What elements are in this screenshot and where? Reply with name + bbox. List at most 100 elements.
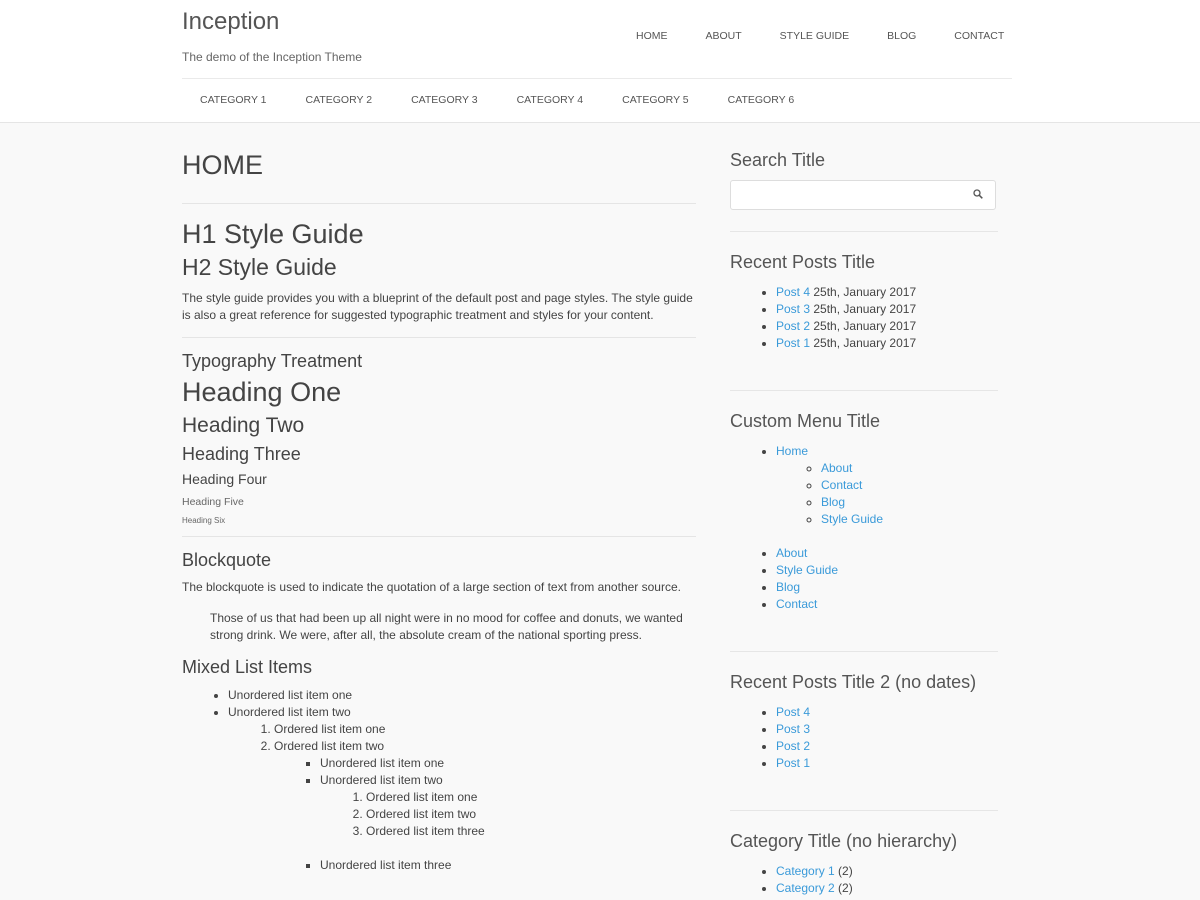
post-date: 25th, January 2017 [813,319,917,333]
list-item: Post 2 25th, January 2017 [776,318,998,335]
nav-category-1[interactable]: CATEGORY 1 [200,94,267,106]
post-date: 25th, January 2017 [813,336,917,350]
divider [730,651,998,652]
list-item: Contact [821,477,998,494]
post-link[interactable]: Post 3 [776,722,810,736]
list-item: Post 3 25th, January 2017 [776,301,998,318]
nav-category-4[interactable]: CATEGORY 4 [517,94,584,106]
recent-posts-title: Recent Posts Title [730,252,876,272]
menu-link-about[interactable]: About [776,546,807,560]
list-item: Home About Contact Blog Style Guide [776,443,998,528]
search-icon[interactable] [973,189,983,199]
sidebar: Search Title Recent Posts Title Post 4 2… [730,150,998,897]
list-item: Post 4 [776,704,998,721]
category-title: Category Title (no hierarchy) [730,831,958,851]
nested-ordered-list: Ordered list item one Ordered list item … [320,789,696,840]
post-link[interactable]: Post 1 [776,336,810,350]
list-item: Ordered list item two [366,806,696,823]
blockquote-title: Blockquote [182,550,272,570]
intro-paragraph: The style guide provides you with a blue… [182,291,693,322]
header-divider [182,78,1012,79]
blockquote-intro: The blockquote is used to indicate the q… [182,580,681,594]
mixed-list: Unordered list item one Unordered list i… [182,687,696,874]
nav-contact[interactable]: CONTACT [954,30,1004,42]
menu-link-blog[interactable]: Blog [776,580,800,594]
list-item: Ordered list item three [366,823,696,840]
list-item: Unordered list item two Ordered list ite… [228,704,696,874]
h2-style-guide: H2 Style Guide [182,254,337,280]
site-title[interactable]: Inception [182,8,279,36]
list-item: Blog [821,494,998,511]
site-description: The demo of the Inception Theme [182,50,362,64]
divider [730,231,998,232]
nav-category-6[interactable]: CATEGORY 6 [728,94,795,106]
divider [730,810,998,811]
nav-category-2[interactable]: CATEGORY 2 [306,94,373,106]
menu-link-style-guide[interactable]: Style Guide [821,512,883,526]
nav-style-guide[interactable]: STYLE GUIDE [780,30,849,42]
list-item: Post 1 [776,755,998,772]
heading-two: Heading Two [182,414,305,437]
category-link[interactable]: Category 1 [776,864,835,878]
category-count: (2) [838,864,853,878]
post-link[interactable]: Post 1 [776,756,810,770]
list-item: Unordered list item one [228,687,696,704]
heading-four: Heading Four [182,471,267,487]
list-item: About [821,460,998,477]
nav-category-5[interactable]: CATEGORY 5 [622,94,689,106]
nav-blog[interactable]: BLOG [887,30,916,42]
nav-about[interactable]: ABOUT [706,30,742,42]
main-navigation: HOME ABOUT STYLE GUIDE BLOG CONTACT [636,30,1004,42]
list-item-text: Ordered list item two [274,739,385,753]
list-item-text: Unordered list item two [228,705,351,719]
list-item: Post 3 [776,721,998,738]
nested-unordered-list: Unordered list item one Unordered list i… [274,755,696,874]
category-count: (2) [838,881,853,895]
divider [182,203,696,204]
nav-category-3[interactable]: CATEGORY 3 [411,94,478,106]
divider [182,337,696,338]
list-item: Unordered list item one [320,755,696,772]
list-item: Unordered list item three [320,857,696,874]
blockquote: Those of us that had been up all night w… [210,611,683,642]
nav-home[interactable]: HOME [636,30,668,42]
custom-menu-list: Home About Contact Blog Style Guide Abou… [730,443,998,613]
search-input[interactable] [730,180,996,210]
mixed-list-title: Mixed List Items [182,657,313,677]
site-header: Inception The demo of the Inception Them… [0,0,1200,123]
list-item: Category 2 (2) [776,880,998,897]
custom-submenu: About Contact Blog Style Guide [776,460,998,528]
list-item: Ordered list item two Unordered list ite… [274,738,696,874]
post-link[interactable]: Post 2 [776,739,810,753]
post-date: 25th, January 2017 [813,302,917,316]
menu-link-blog[interactable]: Blog [821,495,845,509]
menu-link-contact[interactable]: Contact [821,478,862,492]
menu-link-style-guide[interactable]: Style Guide [776,563,838,577]
list-item: Post 2 [776,738,998,755]
list-item: Contact [776,596,998,613]
post-link[interactable]: Post 3 [776,302,810,316]
custom-menu-title: Custom Menu Title [730,411,881,431]
recent-posts-list: Post 4 25th, January 2017 Post 3 25th, J… [730,284,998,352]
heading-five: Heading Five [182,496,244,508]
category-list: Category 1 (2) Category 2 (2) [730,863,998,897]
post-link[interactable]: Post 4 [776,705,810,719]
list-item: Post 4 25th, January 2017 [776,284,998,301]
post-link[interactable]: Post 4 [776,285,810,299]
category-link[interactable]: Category 2 [776,881,835,895]
divider [730,390,998,391]
list-item-text: Unordered list item two [320,773,443,787]
menu-link-contact[interactable]: Contact [776,597,817,611]
divider [182,536,696,537]
post-link[interactable]: Post 2 [776,319,810,333]
list-item: Style Guide [821,511,998,528]
nested-ordered-list: Ordered list item one Ordered list item … [228,721,696,874]
heading-six: Heading Six [182,516,226,525]
post-date: 25th, January 2017 [813,285,917,299]
main-content: HOME H1 Style Guide H2 Style Guide The s… [182,150,696,874]
page-title: HOME [182,150,263,180]
list-item: Ordered list item one [274,721,696,738]
menu-link-home[interactable]: Home [776,444,808,458]
list-item: Style Guide [776,562,998,579]
menu-link-about[interactable]: About [821,461,852,475]
